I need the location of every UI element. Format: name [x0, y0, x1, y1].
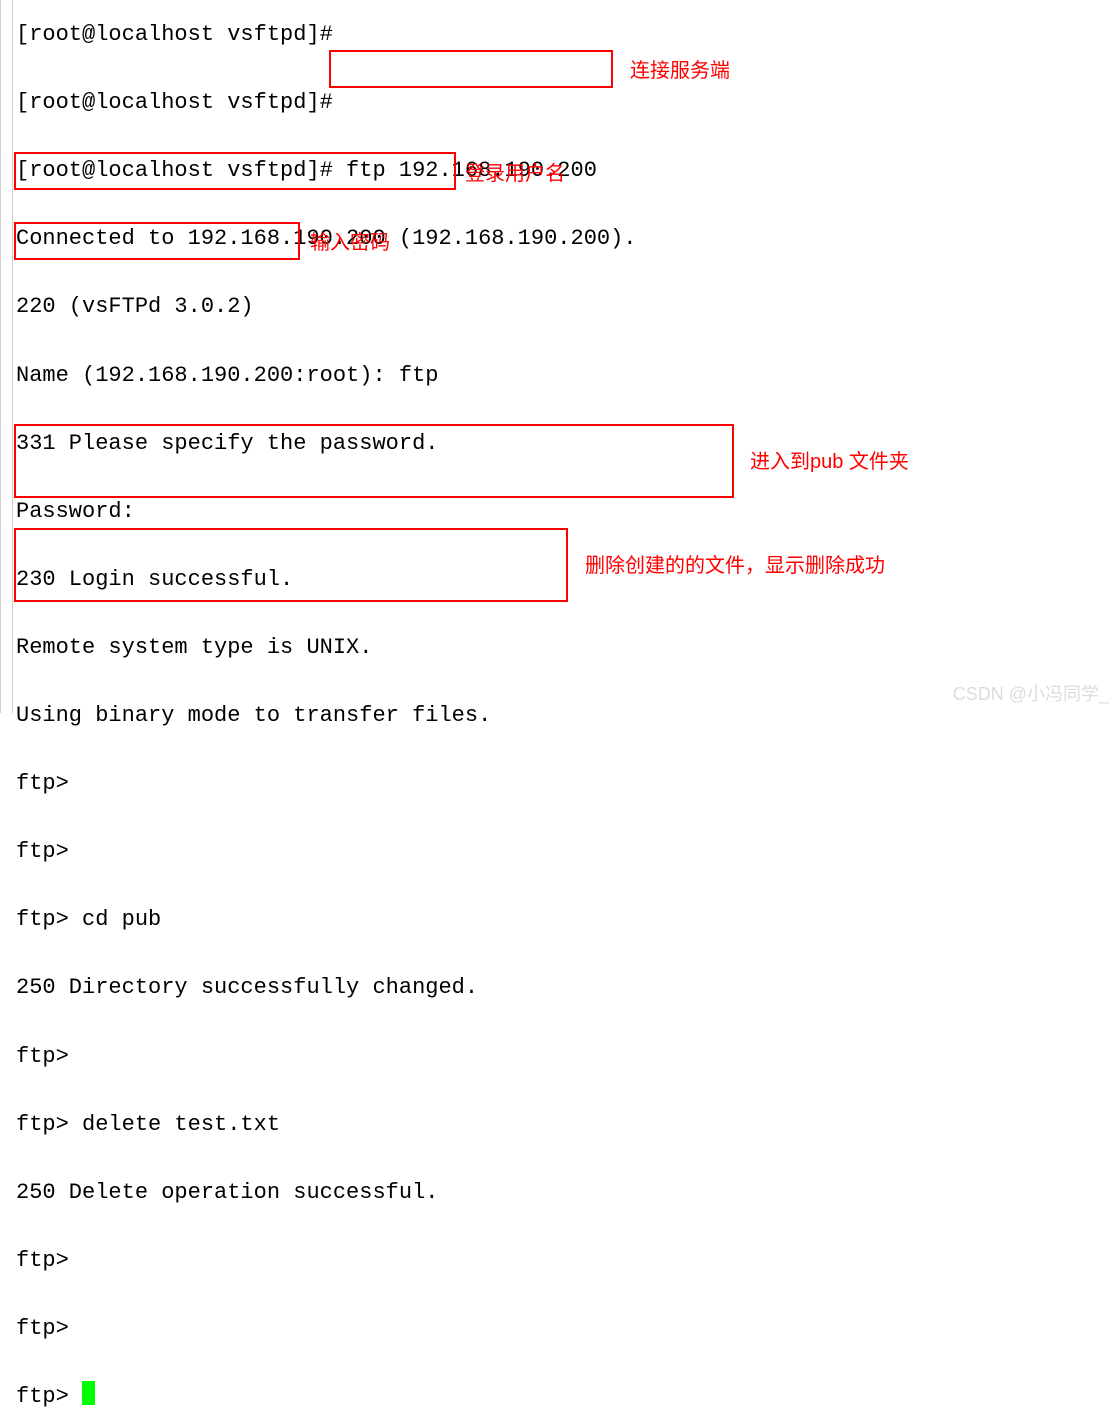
watermark: CSDN @小冯同学_: [953, 681, 1109, 709]
ftp-connect-line: [root@localhost vsftpd]# ftp 192.168.190…: [16, 154, 1115, 188]
prompt-line: [root@localhost vsftpd]#: [16, 86, 1115, 120]
ftp-prompt[interactable]: ftp>: [16, 1040, 1115, 1074]
annotation-delete: 删除创建的的文件，显示删除成功: [585, 551, 885, 582]
password-prompt-line: Password:: [16, 495, 1115, 529]
terminal-output: [root@localhost vsftpd]# [root@localhost…: [0, 0, 1115, 1426]
annotation-connect: 连接服务端: [630, 56, 730, 87]
ftp-prompt-text: ftp>: [16, 1384, 82, 1409]
prompt-line: [root@localhost vsftpd]#: [16, 18, 1115, 52]
prompt-text: [root@localhost vsftpd]#: [16, 158, 333, 183]
cd-success-line: 250 Directory successfully changed.: [16, 971, 1115, 1005]
ftp-prompt-active[interactable]: ftp>: [16, 1380, 1115, 1414]
binary-mode-line: Using binary mode to transfer files.: [16, 699, 1115, 733]
ftp-prompt[interactable]: ftp>: [16, 1312, 1115, 1346]
password-ask-line: 331 Please specify the password.: [16, 427, 1115, 461]
delete-success-line: 250 Delete operation successful.: [16, 1176, 1115, 1210]
annotation-name: 登录用户名: [465, 159, 565, 190]
ftp-prompt[interactable]: ftp>: [16, 767, 1115, 801]
banner-line: 220 (vsFTPd 3.0.2): [16, 290, 1115, 324]
annotation-cdpub: 进入到pub 文件夹: [750, 447, 909, 478]
connected-line: Connected to 192.168.190.200 (192.168.19…: [16, 222, 1115, 256]
name-prompt-line: Name (192.168.190.200:root): ftp: [16, 359, 1115, 393]
login-success-line: 230 Login successful.: [16, 563, 1115, 597]
cd-pub-line: ftp> cd pub: [16, 903, 1115, 937]
cursor: [82, 1381, 95, 1405]
delete-cmd-line: ftp> delete test.txt: [16, 1108, 1115, 1142]
ftp-prompt[interactable]: ftp>: [16, 1244, 1115, 1278]
system-type-line: Remote system type is UNIX.: [16, 631, 1115, 665]
ftp-prompt[interactable]: ftp>: [16, 835, 1115, 869]
annotation-password: 输入密码: [310, 228, 390, 259]
